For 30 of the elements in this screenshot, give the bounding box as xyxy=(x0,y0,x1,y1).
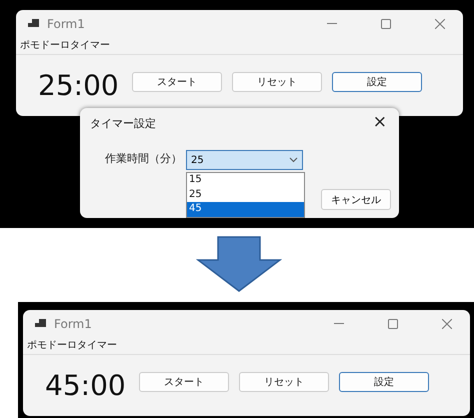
maximize-icon[interactable] xyxy=(388,319,398,329)
action-button[interactable]: 設定 xyxy=(339,372,429,392)
caret-icon xyxy=(289,157,298,163)
form-label: ポモドーロタイマー xyxy=(20,40,110,51)
minimize-icon[interactable] xyxy=(327,23,337,25)
close-button[interactable]: × xyxy=(372,112,387,132)
action-button[interactable]: スタート xyxy=(139,372,229,392)
action-button[interactable]: リセット xyxy=(239,372,329,392)
minutes-dropdown[interactable]: 25 xyxy=(186,150,303,170)
action-button[interactable]: スタート xyxy=(132,72,222,92)
minimize-icon[interactable] xyxy=(334,323,344,325)
action-button[interactable]: 設定 xyxy=(332,72,422,92)
app-icon xyxy=(35,319,46,329)
dropdown-option[interactable]: 25 xyxy=(187,188,304,202)
cancel-button[interactable]: キャンセル xyxy=(321,189,391,210)
dropdown-option[interactable]: 15 xyxy=(187,173,304,188)
maximize-icon[interactable] xyxy=(381,19,391,29)
action-button[interactable]: リセット xyxy=(232,72,322,92)
timer-display: 45:00 xyxy=(45,369,127,402)
window-title: Form1 xyxy=(54,317,93,331)
field-label: 作業時間（分） xyxy=(105,151,182,166)
app-icon xyxy=(28,19,39,29)
form-label: ポモドーロタイマー xyxy=(27,340,117,351)
dialog-title: タイマー設定 xyxy=(90,116,156,131)
down-arrow-icon xyxy=(196,236,282,292)
timer-display: 25:00 xyxy=(38,69,120,102)
window-title: Form1 xyxy=(47,17,86,31)
close-icon[interactable] xyxy=(442,319,452,329)
close-icon[interactable] xyxy=(435,19,445,29)
dropdown-option[interactable]: 45 xyxy=(187,202,304,216)
